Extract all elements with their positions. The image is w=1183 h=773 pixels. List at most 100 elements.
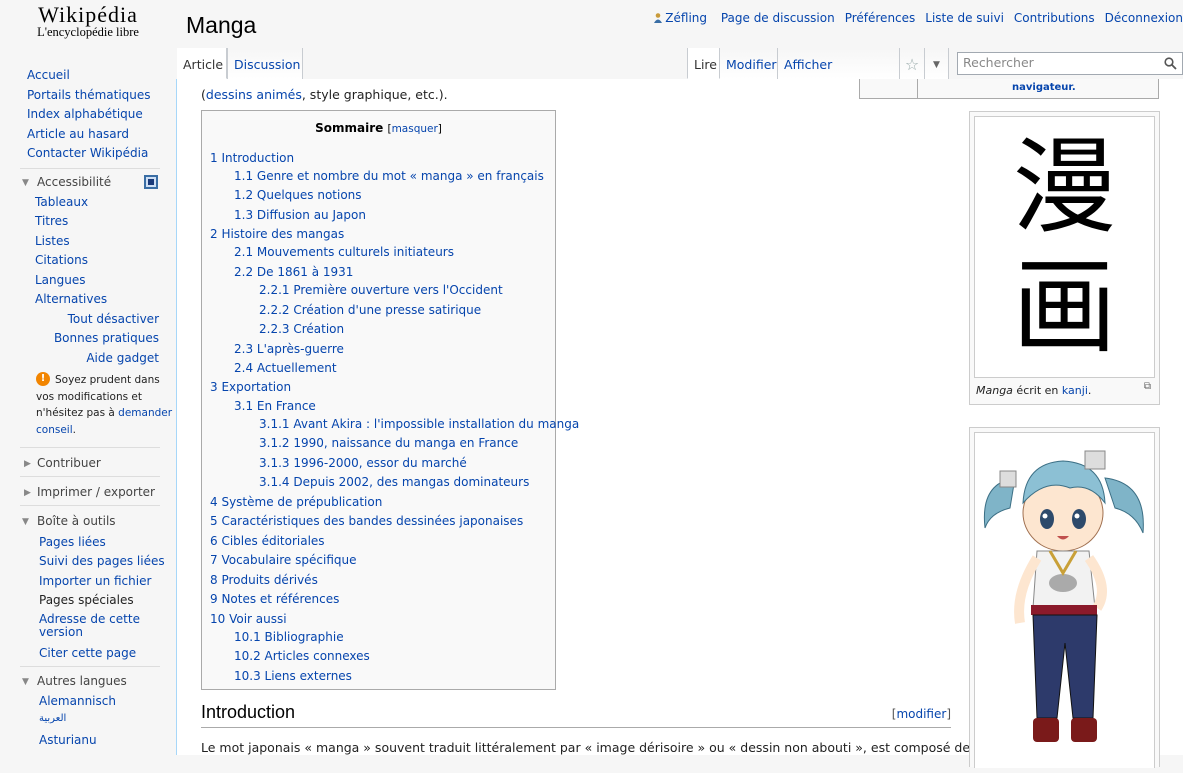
toc-item[interactable]: 2.2.1 Première ouverture vers l'Occident — [259, 283, 503, 297]
contribute-heading[interactable]: Contribuer — [37, 456, 101, 470]
sidebar-item-listes[interactable]: Listes — [35, 234, 70, 248]
toc-toggle-link[interactable]: masquer — [392, 123, 438, 135]
caption-text: écrit en — [1012, 384, 1062, 397]
lang-arabic[interactable]: العربية — [39, 713, 66, 724]
sidebar-item-home[interactable]: Accueil — [27, 68, 70, 82]
toc-item[interactable]: 10.3 Liens externes — [234, 669, 352, 683]
search-placeholder: Rechercher — [963, 55, 1034, 70]
accessibility-settings-icon[interactable] — [144, 175, 158, 189]
toc-item[interactable]: 3 Exportation — [210, 380, 291, 394]
search-icon[interactable] — [1164, 57, 1177, 70]
section-edit-link[interactable]: modifier — [896, 707, 946, 721]
toc-item[interactable]: 2.3 L'après-guerre — [234, 342, 344, 356]
ptool-contributions[interactable]: Contributions — [1014, 11, 1095, 25]
toc-item[interactable]: 10 Voir aussi — [210, 612, 287, 626]
toc-item[interactable]: 1 Introduction — [210, 151, 294, 165]
toc-item[interactable]: 8 Produits dérivés — [210, 573, 318, 587]
sidebar-item-gadget-help[interactable]: Aide gadget — [86, 351, 159, 365]
sidebar-item-citations[interactable]: Citations — [35, 253, 88, 267]
user-link[interactable]: Zéfling — [654, 11, 711, 25]
sidebar-item-upload[interactable]: Importer un fichier — [39, 574, 151, 588]
lang-asturianu[interactable]: Asturianu — [39, 733, 97, 747]
toc-item[interactable]: 1.1 Genre et nombre du mot « manga » en … — [234, 169, 544, 183]
ptool-logout[interactable]: Déconnexion — [1105, 11, 1183, 25]
toc-item[interactable]: 10.1 Bibliographie — [234, 630, 344, 644]
toc-item[interactable]: 7 Vocabulaire spécifique — [210, 553, 356, 567]
expanded-arrow-icon[interactable]: ▼ — [22, 178, 29, 188]
infobox-link[interactable]: navigateur. — [1012, 82, 1076, 93]
toc-item[interactable]: 6 Cibles éditoriales — [210, 534, 325, 548]
toc-item[interactable]: 2.2.2 Création d'une presse satirique — [259, 303, 481, 317]
toc-item[interactable]: 5 Caractéristiques des bandes dessinées … — [210, 514, 523, 528]
sidebar-item-related-pages[interactable]: Pages liées — [39, 535, 106, 549]
toc-item[interactable]: 3.1 En France — [234, 399, 316, 413]
warning-link-ask[interactable]: demander — [118, 407, 172, 419]
tab-discussion[interactable]: Discussion — [227, 48, 303, 79]
ptool-talk[interactable]: Page de discussion — [721, 11, 835, 25]
enlarge-icon[interactable]: ⧉ — [1144, 381, 1151, 392]
watch-star-icon[interactable]: ☆ — [900, 48, 925, 79]
expanded-arrow-icon[interactable]: ▼ — [22, 517, 29, 527]
search-input[interactable]: Rechercher — [957, 52, 1183, 75]
kanji-man: 漫 — [1012, 126, 1117, 248]
sidebar-item-portals[interactable]: Portails thématiques — [27, 88, 151, 102]
toc-item[interactable]: 3.1.4 Depuis 2002, des mangas dominateur… — [259, 475, 529, 489]
toc-item[interactable]: 2 Histoire des mangas — [210, 227, 344, 241]
toc-item[interactable]: 1.2 Quelques notions — [234, 188, 362, 202]
sidebar-item-disable-all[interactable]: Tout désactiver — [68, 312, 159, 326]
sidebar-item-langues[interactable]: Langues — [35, 273, 86, 287]
toc-item[interactable]: 9 Notes et références — [210, 592, 339, 606]
warning-link-advice[interactable]: conseil — [36, 424, 73, 436]
lang-alemannisch[interactable]: Alemannisch — [39, 694, 116, 708]
sidebar-item-cite[interactable]: Citer cette page — [39, 646, 136, 660]
toc-heading: Sommaire — [315, 121, 384, 135]
collapsed-arrow-icon[interactable]: ▶ — [24, 488, 31, 498]
sidebar-item-random[interactable]: Article au hasard — [27, 127, 129, 141]
wikipedia-logo[interactable]: Wikipédia L'encyclopédie libre — [0, 0, 176, 52]
sidebar-item-special-pages[interactable]: Pages spéciales — [39, 593, 134, 607]
languages-heading[interactable]: Autres langues — [37, 674, 127, 688]
toc-item[interactable]: 10.2 Articles connexes — [234, 649, 370, 663]
kanji-thumbnail: 漫 画 Manga écrit en kanji. ⧉ — [969, 111, 1160, 405]
tab-article[interactable]: Article — [177, 48, 227, 79]
sidebar-item-tableaux[interactable]: Tableaux — [35, 195, 88, 209]
manga-girl-illustration — [983, 450, 1144, 742]
intro-text-line: (dessins animés, style graphique, etc.). — [201, 87, 448, 102]
toc-item[interactable]: 4 Système de prépublication — [210, 495, 382, 509]
sidebar-divider — [20, 505, 160, 506]
ptool-watchlist[interactable]: Liste de suivi — [925, 11, 1004, 25]
tab-read[interactable]: Lire — [687, 48, 720, 79]
link-animated-cartoons[interactable]: dessins animés — [206, 87, 302, 102]
more-actions-dropdown-icon[interactable]: ▼ — [925, 48, 949, 79]
sidebar-item-alternatives[interactable]: Alternatives — [35, 292, 107, 306]
sidebar-item-related-changes[interactable]: Suivi des pages liées — [39, 554, 165, 568]
toc-item[interactable]: 3.1.3 1996-2000, essor du marché — [259, 456, 467, 470]
toc-item[interactable]: 2.4 Actuellement — [234, 361, 337, 375]
tab-edit[interactable]: Modifier — [720, 48, 778, 79]
collapsed-arrow-icon[interactable]: ▶ — [24, 459, 31, 469]
caption-link-kanji[interactable]: kanji — [1062, 384, 1088, 397]
ptool-preferences[interactable]: Préférences — [845, 11, 916, 25]
expanded-arrow-icon[interactable]: ▼ — [22, 677, 29, 687]
manga-character-image[interactable] — [974, 432, 1155, 768]
sidebar-item-best-practices[interactable]: Bonnes pratiques — [54, 331, 159, 345]
tab-history[interactable]: Afficher l'historique — [778, 48, 900, 106]
warning-line2: vos modifications et — [36, 391, 142, 403]
toc-item[interactable]: 2.2.3 Création — [259, 322, 344, 336]
table-of-contents: Sommaire [masquer] 1 Introduction 1.1 Gen… — [201, 110, 579, 690]
sidebar-item-index[interactable]: Index alphabétique — [27, 107, 143, 121]
toc-item[interactable]: 3.1.1 Avant Akira : l'impossible install… — [259, 417, 579, 431]
sidebar-item-titres[interactable]: Titres — [35, 214, 68, 228]
logo-tagline: L'encyclopédie libre — [37, 25, 139, 39]
sidebar-item-contact[interactable]: Contacter Wikipédia — [27, 146, 148, 160]
print-export-heading[interactable]: Imprimer / exporter — [37, 485, 155, 499]
toc-item[interactable]: 2.1 Mouvements culturels initiateurs — [234, 245, 454, 259]
sidebar-item-permalink[interactable]: Adresse de cette version — [39, 613, 140, 639]
accessibility-heading[interactable]: Accessibilité — [37, 175, 111, 189]
toolbox-heading[interactable]: Boîte à outils — [37, 514, 116, 528]
kanji-image[interactable]: 漫 画 — [974, 116, 1155, 378]
toc-item[interactable]: 2.2 De 1861 à 1931 — [234, 265, 353, 279]
user-name: Zéfling — [665, 11, 707, 25]
toc-item[interactable]: 1.3 Diffusion au Japon — [234, 208, 366, 222]
toc-item[interactable]: 3.1.2 1990, naissance du manga en France — [259, 436, 518, 450]
